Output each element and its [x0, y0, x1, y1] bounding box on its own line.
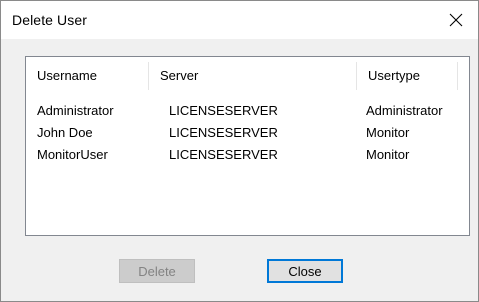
close-icon: [449, 13, 463, 27]
list-row[interactable]: John Doe LICENSESERVER Monitor: [26, 122, 469, 144]
cell-server: LICENSESERVER: [169, 125, 278, 140]
cell-server: LICENSESERVER: [169, 147, 278, 162]
delete-button[interactable]: Delete: [119, 259, 195, 283]
cell-server: LICENSESERVER: [169, 103, 278, 118]
cell-username: John Doe: [37, 125, 93, 140]
cell-username: MonitorUser: [37, 147, 108, 162]
window-title: Delete User: [12, 12, 88, 28]
column-divider[interactable]: [457, 62, 458, 90]
cell-usertype: Monitor: [366, 147, 410, 162]
delete-user-dialog: Delete User Username Server Usertype Adm…: [0, 0, 479, 302]
list-row[interactable]: Administrator LICENSESERVER Administrato…: [26, 100, 469, 122]
cell-username: Administrator: [37, 103, 114, 118]
window-close-button[interactable]: [434, 1, 478, 39]
column-header-usertype[interactable]: Usertype: [357, 57, 457, 95]
cell-usertype: Monitor: [366, 125, 410, 140]
close-button[interactable]: Close: [267, 259, 343, 283]
list-header: Username Server Usertype: [26, 57, 469, 95]
users-list[interactable]: Username Server Usertype Administrator L…: [25, 56, 470, 236]
list-row[interactable]: MonitorUser LICENSESERVER Monitor: [26, 144, 469, 166]
column-header-server[interactable]: Server: [149, 57, 356, 95]
cell-usertype: Administrator: [366, 103, 443, 118]
column-header-username[interactable]: Username: [26, 57, 148, 95]
title-bar: Delete User: [1, 1, 478, 39]
